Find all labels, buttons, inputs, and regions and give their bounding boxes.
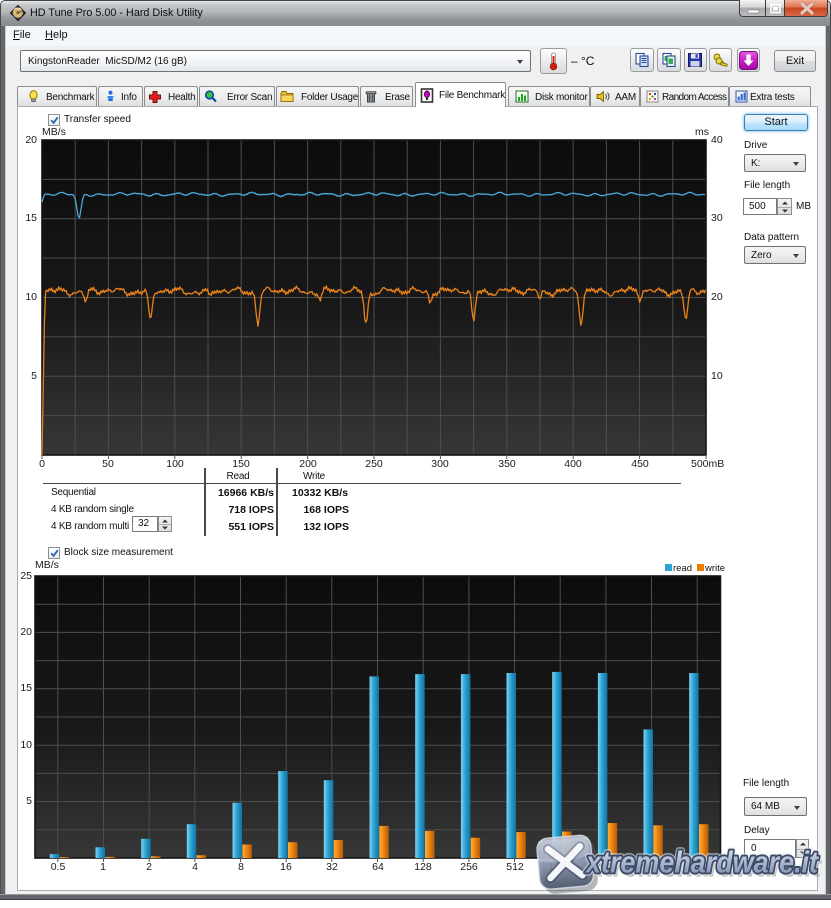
svg-text:xtremehardware.it: xtremehardware.it xyxy=(584,845,819,880)
